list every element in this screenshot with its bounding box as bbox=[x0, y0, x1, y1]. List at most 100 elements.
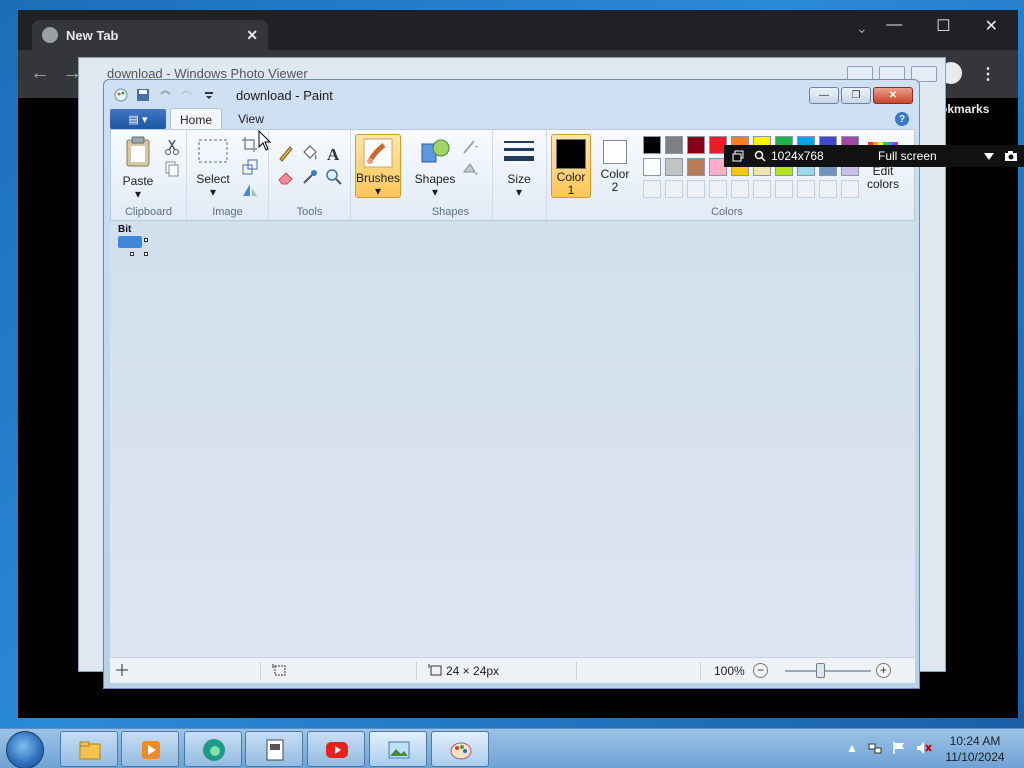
chrome-window-buttons: — ☐ ✕ bbox=[886, 16, 998, 36]
mouse-cursor-icon bbox=[258, 130, 272, 151]
color1-button[interactable]: Color 1 bbox=[551, 134, 591, 198]
paint-app-icon bbox=[114, 88, 128, 102]
brush-icon bbox=[363, 138, 393, 168]
tab-search-chevron-icon[interactable]: ⌄ bbox=[856, 20, 868, 37]
palette-swatch[interactable] bbox=[643, 158, 661, 176]
resize-handle-right[interactable] bbox=[144, 238, 148, 242]
redo-icon[interactable] bbox=[180, 88, 194, 102]
taskbar-explorer[interactable] bbox=[60, 731, 118, 767]
taskbar-device[interactable] bbox=[245, 731, 303, 767]
clock[interactable]: 10:24 AM 11/10/2024 bbox=[940, 733, 1010, 765]
zoom-slider-track[interactable] bbox=[785, 670, 871, 672]
size-button[interactable]: Size ▾ bbox=[499, 138, 539, 199]
text-icon[interactable]: A bbox=[325, 144, 343, 162]
window-restore-icon[interactable] bbox=[732, 150, 744, 162]
palette-swatch[interactable] bbox=[665, 158, 683, 176]
fill-bucket-icon[interactable] bbox=[301, 144, 319, 162]
magnifier-icon[interactable] bbox=[325, 168, 343, 186]
palette-custom-slot[interactable] bbox=[775, 180, 793, 198]
paint-close-button[interactable]: ✕ bbox=[873, 87, 913, 104]
save-icon[interactable] bbox=[136, 88, 150, 102]
palette-custom-slot[interactable] bbox=[841, 180, 859, 198]
color1-number: 1 bbox=[567, 183, 575, 197]
brushes-button[interactable]: Brushes ▾ bbox=[355, 134, 401, 198]
color1-swatch bbox=[556, 139, 586, 169]
copy-icon[interactable] bbox=[163, 160, 181, 178]
resize-handle-corner[interactable] bbox=[144, 252, 148, 256]
size-group: Size ▾ bbox=[493, 130, 547, 220]
tab-close-icon[interactable]: ✕ bbox=[246, 27, 258, 44]
fill-icon[interactable] bbox=[461, 160, 479, 178]
taskbar-edge[interactable] bbox=[184, 731, 242, 767]
start-button[interactable] bbox=[6, 731, 44, 768]
tab-view[interactable]: View bbox=[230, 108, 272, 130]
paint-minimize-button[interactable]: — bbox=[809, 87, 839, 104]
shapes-button[interactable]: Shapes ▾ bbox=[413, 136, 457, 199]
palette-custom-slot[interactable] bbox=[819, 180, 837, 198]
palette-swatch[interactable] bbox=[687, 136, 705, 154]
close-button[interactable]: ✕ bbox=[985, 16, 998, 36]
outline-icon[interactable] bbox=[461, 138, 479, 156]
brushes-dropdown-icon: ▾ bbox=[374, 184, 382, 198]
eraser-icon[interactable] bbox=[277, 168, 295, 186]
maximize-button[interactable]: ☐ bbox=[936, 16, 950, 36]
zoom-out-button[interactable]: − bbox=[753, 663, 768, 678]
canvas-area[interactable]: Bit bbox=[110, 221, 915, 657]
edit-colors-label2: colors bbox=[866, 177, 899, 191]
chrome-menu-icon[interactable]: ⋮ bbox=[980, 64, 996, 84]
taskbar-youtube[interactable] bbox=[307, 731, 365, 767]
select-button[interactable]: Select ▾ bbox=[193, 138, 233, 199]
show-hidden-icons-icon[interactable]: ▲ bbox=[846, 741, 858, 755]
mode-dropdown-icon[interactable] bbox=[984, 153, 994, 160]
chrome-tabstrip: New Tab ✕ ⌄ — ☐ ✕ bbox=[18, 10, 1018, 50]
minimize-button[interactable]: — bbox=[886, 16, 902, 36]
image-group: Select ▾ Image bbox=[187, 130, 269, 220]
network-icon[interactable] bbox=[868, 741, 882, 755]
palette-swatch[interactable] bbox=[687, 158, 705, 176]
volume-muted-icon[interactable] bbox=[916, 741, 932, 755]
clock-time: 10:24 AM bbox=[949, 734, 1001, 748]
palette-custom-slot[interactable] bbox=[797, 180, 815, 198]
color-picker-icon[interactable] bbox=[301, 168, 319, 186]
palette-custom-slot[interactable] bbox=[753, 180, 771, 198]
help-icon[interactable]: ? bbox=[895, 112, 909, 126]
bookmarks-label[interactable]: okmarks bbox=[940, 102, 989, 116]
zoom-slider-thumb[interactable] bbox=[816, 663, 825, 678]
file-menu-button[interactable]: ▤ ▾ bbox=[110, 109, 166, 129]
brushes-group: Brushes ▾ bbox=[351, 130, 407, 220]
zoom-in-button[interactable]: + bbox=[876, 663, 891, 678]
palette-custom-slot[interactable] bbox=[709, 180, 727, 198]
image-canvas[interactable]: Bit bbox=[116, 224, 148, 256]
action-center-flag-icon[interactable] bbox=[892, 741, 906, 755]
paint-window-buttons: — ❐ ✕ bbox=[809, 87, 913, 104]
shapes-icon bbox=[421, 139, 450, 163]
display-mode-select[interactable]: Full screen bbox=[878, 149, 937, 163]
color2-button[interactable]: Color 2 bbox=[595, 134, 635, 198]
palette-custom-slot[interactable] bbox=[665, 180, 683, 198]
rotate-icon[interactable] bbox=[241, 180, 259, 198]
resize-handle-bottom[interactable] bbox=[130, 252, 134, 256]
palette-custom-slot[interactable] bbox=[731, 180, 749, 198]
palette-custom-slot[interactable] bbox=[687, 180, 705, 198]
taskbar-paint[interactable] bbox=[431, 731, 489, 767]
taskbar-photo-viewer[interactable] bbox=[369, 731, 427, 767]
paste-button[interactable]: Paste ▾ bbox=[117, 136, 159, 201]
undo-icon[interactable] bbox=[158, 88, 172, 102]
taskbar-media-player[interactable] bbox=[121, 731, 179, 767]
pencil-icon[interactable] bbox=[277, 144, 295, 162]
media-player-icon bbox=[142, 741, 160, 759]
paint-maximize-button[interactable]: ❐ bbox=[841, 87, 871, 104]
tab-home[interactable]: Home bbox=[170, 108, 222, 130]
system-tray: ▲ bbox=[846, 741, 932, 755]
cut-icon[interactable] bbox=[163, 138, 181, 156]
back-arrow-icon[interactable]: ← bbox=[30, 62, 50, 85]
camera-icon[interactable] bbox=[1004, 150, 1018, 162]
chrome-tab-new-tab[interactable]: New Tab ✕ bbox=[32, 20, 268, 50]
resize-icon[interactable] bbox=[241, 158, 259, 176]
clipboard-group-label: Clipboard bbox=[124, 206, 173, 218]
customize-qa-icon[interactable] bbox=[202, 88, 216, 102]
palette-swatch[interactable] bbox=[643, 136, 661, 154]
crop-icon[interactable] bbox=[241, 136, 259, 154]
palette-custom-slot[interactable] bbox=[643, 180, 661, 198]
palette-swatch[interactable] bbox=[665, 136, 683, 154]
